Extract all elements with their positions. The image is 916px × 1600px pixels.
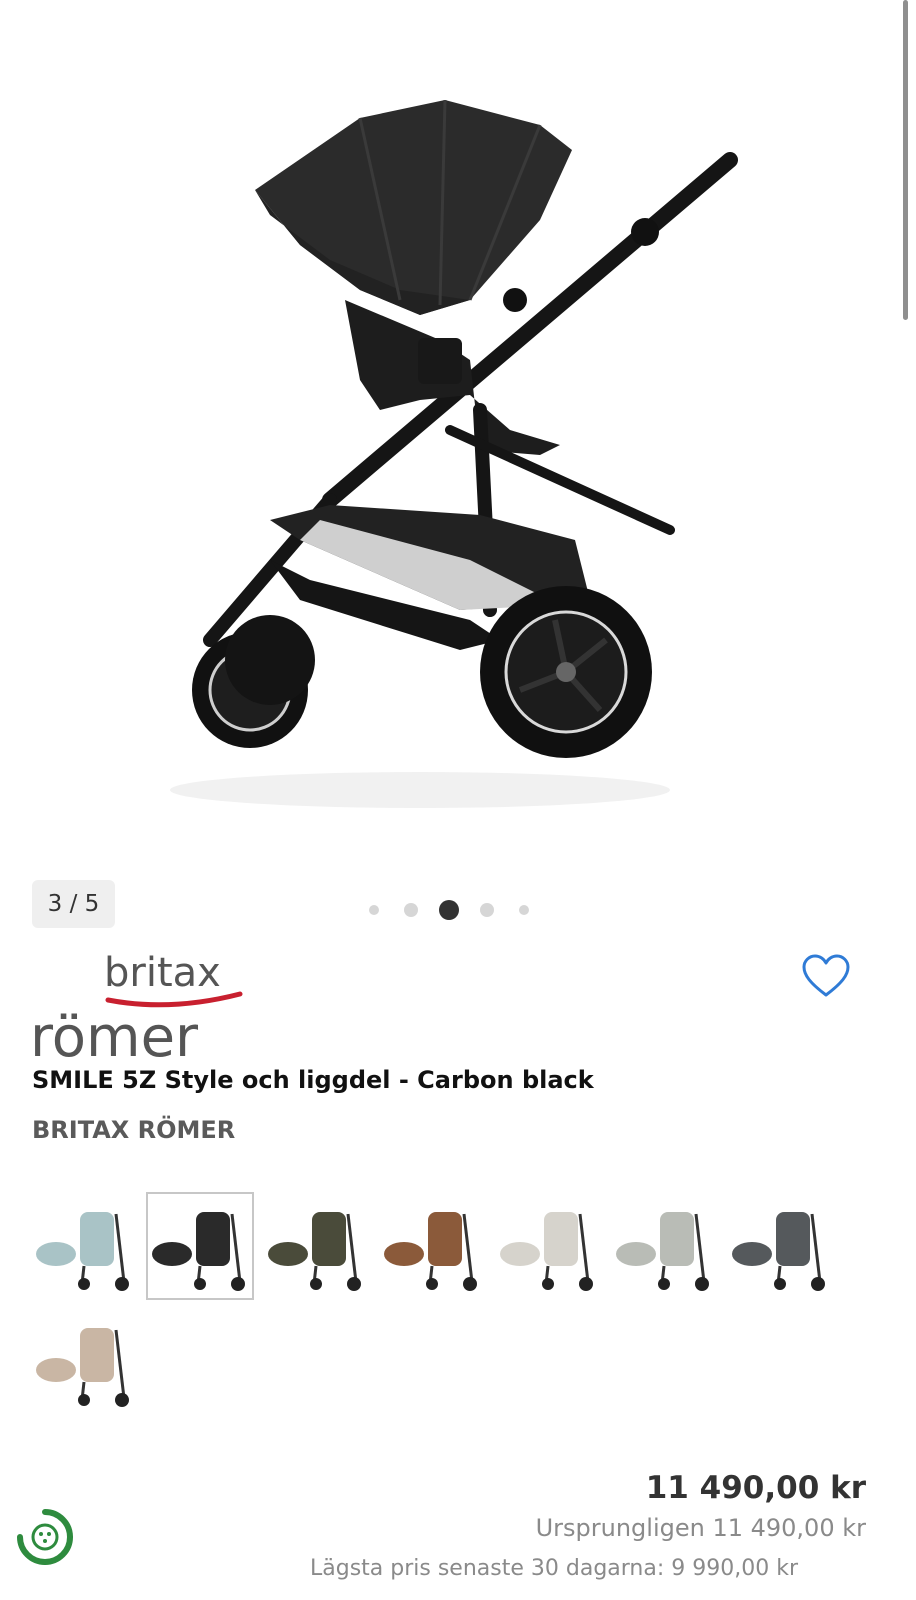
gallery-dot-2[interactable] xyxy=(404,903,418,917)
svg-text:römer: römer xyxy=(30,1005,199,1066)
product-page: 3 / 5 britax römer SMILE 5Z Style och li… xyxy=(0,0,916,1600)
gallery-dot-1[interactable] xyxy=(369,905,379,915)
gallery-dot-5[interactable] xyxy=(519,905,529,915)
variant-swatch-6[interactable] xyxy=(610,1192,718,1300)
variant-swatch-1[interactable] xyxy=(30,1192,138,1300)
eco-badge-icon[interactable] xyxy=(14,1506,76,1568)
color-variants xyxy=(30,1192,890,1422)
gallery-dots xyxy=(360,898,540,922)
product-brand[interactable]: BRITAX RÖMER xyxy=(32,1116,235,1144)
original-price: Ursprungligen 11 490,00 kr xyxy=(535,1514,866,1542)
product-image[interactable] xyxy=(0,0,916,860)
variant-swatch-3[interactable] xyxy=(262,1192,370,1300)
image-counter: 3 / 5 xyxy=(32,880,115,928)
variant-swatch-4[interactable] xyxy=(378,1192,486,1300)
variant-swatch-7[interactable] xyxy=(726,1192,834,1300)
product-title: SMILE 5Z Style och liggdel - Carbon blac… xyxy=(32,1066,594,1094)
lowest-price-30-days: Lägsta pris senaste 30 dagarna: 9 990,00… xyxy=(310,1556,798,1581)
gallery-dot-3-active[interactable] xyxy=(439,900,459,920)
page-scrollbar[interactable] xyxy=(903,0,908,320)
product-price: 11 490,00 kr xyxy=(645,1470,866,1506)
variant-swatch-5[interactable] xyxy=(494,1192,602,1300)
gallery-dot-4[interactable] xyxy=(480,903,494,917)
svg-text:britax: britax xyxy=(104,950,221,996)
favorite-button[interactable] xyxy=(800,953,852,1001)
variant-swatch-2-selected[interactable] xyxy=(146,1192,254,1300)
brand-logo[interactable]: britax römer xyxy=(30,948,250,1070)
heart-icon xyxy=(802,954,850,997)
variant-swatch-8[interactable] xyxy=(30,1308,138,1416)
